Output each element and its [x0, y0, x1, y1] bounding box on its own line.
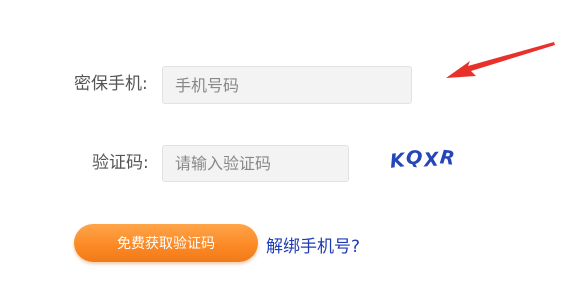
captcha-char: X [423, 148, 440, 172]
unbind-phone-link[interactable]: 解绑手机号? [266, 232, 360, 257]
captcha-image[interactable]: K Q X R [388, 146, 460, 176]
verification-code-input[interactable] [162, 145, 349, 182]
get-verification-code-button[interactable]: 免费获取验证码 [74, 224, 258, 262]
captcha-char: R [438, 146, 456, 170]
phone-input[interactable] [162, 66, 412, 104]
phone-label: 密保手机: [74, 74, 148, 94]
verification-code-label: 验证码: [92, 153, 149, 173]
captcha-char: Q [404, 145, 424, 171]
captcha-char: K [388, 149, 406, 173]
red-arrow-icon [446, 42, 555, 78]
